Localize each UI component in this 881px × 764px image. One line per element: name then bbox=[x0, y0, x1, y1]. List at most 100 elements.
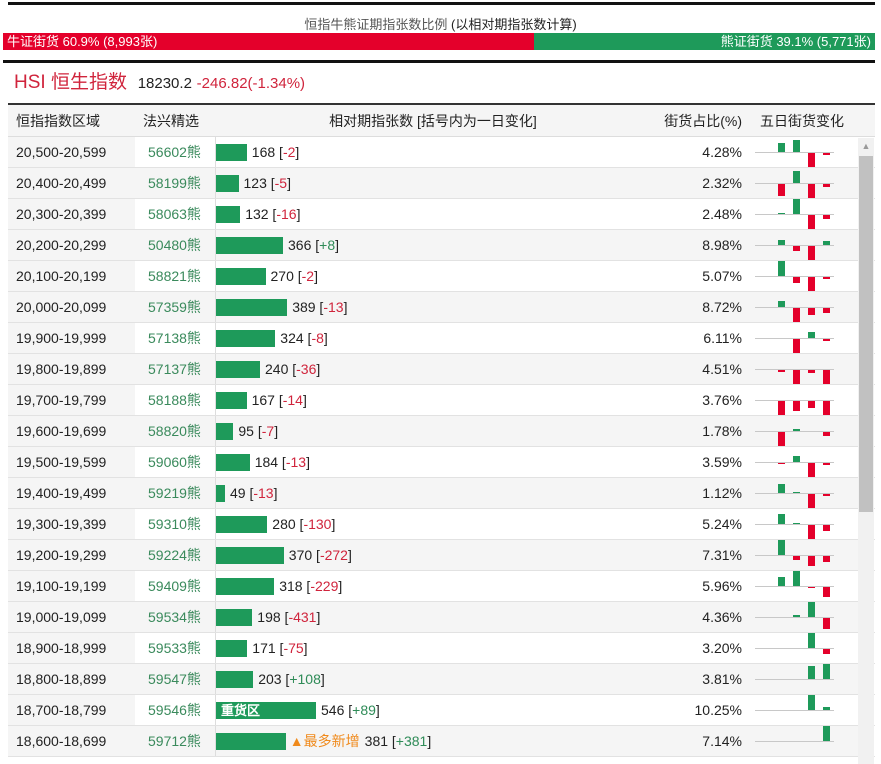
product-link[interactable]: 50480熊 bbox=[135, 230, 216, 260]
product-link[interactable]: 58821熊 bbox=[135, 261, 216, 291]
count-value: 132 bbox=[245, 206, 269, 222]
five-day-sparkline bbox=[755, 695, 834, 711]
sparkline-bar bbox=[823, 277, 830, 279]
sparkline-bar bbox=[778, 540, 785, 555]
share-cell: 5.96% bbox=[702, 578, 742, 594]
product-link[interactable]: 59712熊 bbox=[135, 726, 216, 756]
header-five-day[interactable]: 五日街货变化 bbox=[750, 105, 858, 136]
table-row: 19,600-19,699 58820熊 95 [-7] 1.78% bbox=[8, 416, 875, 447]
count-cell: 370 [-272] bbox=[216, 540, 650, 570]
sparkline-bar bbox=[793, 556, 800, 560]
share-cell: 4.28% bbox=[702, 144, 742, 160]
product-link[interactable]: 58199熊 bbox=[135, 168, 216, 198]
header-share[interactable]: 街货占比(%) bbox=[650, 105, 750, 136]
product-link[interactable]: 56602熊 bbox=[135, 137, 216, 167]
product-link[interactable]: 59224熊 bbox=[135, 540, 216, 570]
count-change: +108 bbox=[289, 671, 321, 687]
product-link[interactable]: 59310熊 bbox=[135, 509, 216, 539]
range-cell: 19,700-19,799 bbox=[8, 385, 135, 415]
header-range[interactable]: 恒指指数区域 bbox=[8, 105, 135, 136]
sparkline-bar bbox=[808, 401, 815, 408]
bull-bear-ratio-bar: 牛证街货 60.9% (8,993张) 熊证街货 39.1% (5,771张) bbox=[3, 33, 875, 50]
product-link[interactable]: 57359熊 bbox=[135, 292, 216, 322]
five-day-cell bbox=[750, 137, 858, 167]
count-bar bbox=[216, 484, 225, 502]
product-link[interactable]: 59409熊 bbox=[135, 571, 216, 601]
five-day-cell bbox=[750, 509, 858, 539]
product-link[interactable]: 58188熊 bbox=[135, 385, 216, 415]
sparkline-bar bbox=[778, 143, 785, 152]
bull-segment: 牛证街货 60.9% (8,993张) bbox=[3, 33, 535, 50]
count-change: +89 bbox=[352, 702, 376, 718]
share-cell: 2.48% bbox=[702, 206, 742, 222]
product-link[interactable]: 58063熊 bbox=[135, 199, 216, 229]
sparkline-bar bbox=[808, 602, 815, 617]
five-day-sparkline bbox=[755, 240, 834, 260]
product-link[interactable]: 57137熊 bbox=[135, 354, 216, 384]
product-link[interactable]: 59546熊 bbox=[135, 695, 216, 725]
sparkline-bar bbox=[778, 301, 785, 307]
count-change: -130 bbox=[303, 516, 332, 532]
share-cell: 1.78% bbox=[650, 416, 750, 446]
five-day-cell bbox=[750, 571, 858, 601]
table-row: 19,700-19,799 58188熊 167 [-14] 3.76% bbox=[8, 385, 875, 416]
range-cell: 19,100-19,199 bbox=[8, 571, 135, 601]
range-cell: 19,600-19,699 bbox=[8, 416, 135, 446]
scrollbar-thumb[interactable] bbox=[859, 156, 873, 512]
sparkline-bar bbox=[778, 213, 785, 214]
heavy-zone-label: 重货区 bbox=[221, 702, 261, 718]
table-row: 18,700-18,799 59546熊 重货区 546 [+89] 10.25% bbox=[8, 695, 875, 726]
table-body: 20,500-20,599 56602熊 168 [-2] 4.28% 20,400-2… bbox=[8, 137, 875, 763]
sparkline-bar bbox=[808, 463, 815, 477]
count-cell: 167 [-14] bbox=[216, 385, 650, 415]
product-link[interactable]: 58820熊 bbox=[135, 416, 216, 446]
five-day-sparkline bbox=[755, 429, 834, 446]
sparkline-bar bbox=[823, 339, 830, 341]
count-change: -272 bbox=[319, 547, 348, 563]
product-link[interactable]: 57138熊 bbox=[135, 323, 216, 353]
five-day-sparkline bbox=[755, 301, 834, 322]
count-cell: 280 [-130] bbox=[216, 509, 650, 539]
count-cell: 123 [-5] bbox=[216, 168, 650, 198]
product-link[interactable]: 59547熊 bbox=[135, 664, 216, 694]
product-link[interactable]: 59219熊 bbox=[135, 478, 216, 508]
count-value: 370 bbox=[288, 547, 313, 563]
count-value: 184 bbox=[254, 454, 279, 470]
product-link[interactable]: 59060熊 bbox=[135, 447, 216, 477]
range-cell: 18,700-18,799 bbox=[8, 695, 135, 725]
product-link[interactable]: 59533熊 bbox=[135, 633, 216, 663]
header-count[interactable]: 相对期指张数 [括号内为一日变化] bbox=[216, 105, 650, 136]
count-change: -13 bbox=[285, 454, 307, 470]
sparkline-bar bbox=[793, 523, 800, 524]
sparkline-bar bbox=[778, 184, 785, 196]
five-day-sparkline bbox=[755, 484, 834, 508]
count-change: -5 bbox=[274, 175, 288, 191]
five-day-cell bbox=[750, 323, 858, 353]
five-day-sparkline bbox=[755, 602, 834, 629]
scroll-up-arrow-icon[interactable]: ▲ bbox=[858, 138, 874, 154]
count-value: 280 bbox=[272, 516, 296, 532]
count-cell: 389 [-13] bbox=[216, 292, 650, 322]
sparkline-bar bbox=[808, 587, 815, 588]
table-row: 20,000-20,099 57359熊 389 [-13] 8.72% bbox=[8, 292, 875, 323]
count-cell: 132 [-16] bbox=[216, 199, 650, 229]
scrollbar[interactable]: ▲ bbox=[858, 138, 874, 764]
header-product[interactable]: 法兴精选 bbox=[135, 105, 216, 136]
range-cell: 19,500-19,599 bbox=[8, 447, 135, 477]
five-day-cell bbox=[750, 261, 858, 291]
share-cell: 8.72% bbox=[650, 292, 750, 322]
sparkline-bar bbox=[808, 332, 815, 338]
count-change: -431 bbox=[288, 609, 317, 625]
index-name: HSI 恒生指数 bbox=[14, 72, 127, 93]
table-row: 20,300-20,399 58063熊 132 [-16] 2.48% bbox=[8, 199, 875, 230]
range-cell: 18,600-18,699 bbox=[8, 726, 135, 756]
five-day-sparkline bbox=[755, 369, 834, 384]
count-value: 168 bbox=[251, 144, 276, 160]
sparkline-bar bbox=[778, 514, 785, 524]
product-link[interactable]: 59534熊 bbox=[135, 602, 216, 632]
range-cell: 19,200-19,299 bbox=[8, 540, 135, 570]
range-cell: 19,900-19,999 bbox=[8, 323, 135, 353]
share-cell: 1.12% bbox=[650, 478, 750, 508]
five-day-sparkline bbox=[755, 664, 834, 680]
count-bar bbox=[216, 329, 276, 347]
